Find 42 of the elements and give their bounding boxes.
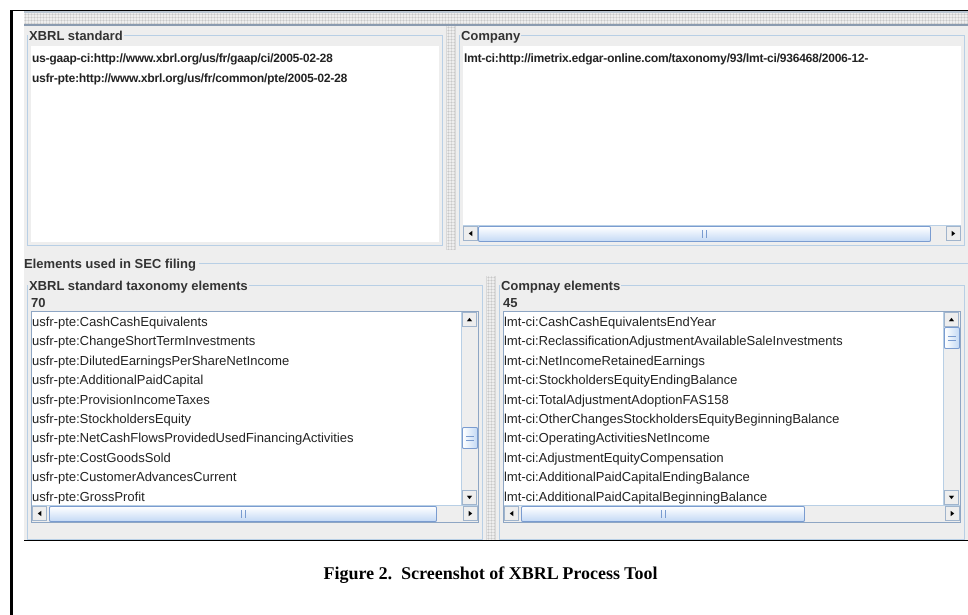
list-item[interactable]: usfr-pte:ChangeShortTermInvestments [32, 331, 256, 351]
panel-title: Compnay elements [500, 276, 622, 295]
list-item[interactable]: usfr-pte:StockholdersEquity [32, 409, 191, 428]
vertical-scrollbar[interactable] [461, 312, 478, 505]
count-label: 45 [503, 295, 518, 311]
list-item[interactable]: lmt-ci:TotalAdjustmentAdoptionFAS158 [504, 390, 729, 410]
count-label: 70 [31, 295, 46, 311]
list-item[interactable]: lmt-ci:OtherChangesStockholdersEquityBeginningBalance [504, 409, 840, 428]
panel-title: Company [460, 27, 522, 45]
list-item[interactable]: lmt-ci:AdditionalPaidCapitalBeginningBalance [504, 486, 768, 505]
vertical-scrollbar[interactable] [943, 312, 960, 505]
list-item[interactable]: lmt-ci:ReclassificationAdjustmentAvailableSaleInvestments [504, 331, 843, 351]
list-item[interactable]: usfr-pte:DilutedEarningsPerShareNetIncome [32, 350, 290, 370]
list-item[interactable]: usfr-pte:ProvisionIncomeTaxes [32, 390, 210, 410]
scroll-arrow-icon[interactable] [949, 229, 958, 238]
list-item[interactable]: lmt-ci:CashCashEquivalentsEndYear [504, 312, 716, 332]
horizontal-scrollbar[interactable] [32, 505, 478, 522]
scroll-arrow-icon[interactable] [507, 509, 516, 518]
list-item[interactable]: usfr-pte:CashCashEquivalents [32, 312, 208, 332]
list-item[interactable]: usfr-pte:CustomerAdvancesCurrent [32, 467, 236, 487]
list-item[interactable]: lmt-ci:OperatingActivitiesNetIncome [504, 428, 710, 448]
panel-title: XBRL standard [28, 27, 124, 45]
scroll-arrow-icon[interactable] [35, 509, 44, 518]
horizontal-scrollbar[interactable] [504, 505, 960, 522]
figure-caption: Figure 2. Screenshot of XBRL Process Tool [323, 562, 658, 585]
list-item[interactable]: lmt-ci:NetIncomeRetainedEarnings [504, 350, 705, 370]
scroll-arrow-icon[interactable] [947, 315, 956, 324]
list-item[interactable]: lmt-ci:AdditionalPaidCapitalEndingBalance [504, 467, 750, 487]
section-title: Elements used in SEC filing [24, 255, 197, 273]
panel-title: XBRL standard taxonomy elements [28, 276, 249, 295]
list-item[interactable]: lmt-ci:AdjustmentEquityCompensation [504, 448, 724, 468]
namespace-line: lmt-ci:http://imetrix.edgar-online.com/taxonomy/93/lmt-ci/936468/2006-12- [464, 50, 870, 66]
list-item[interactable]: usfr-pte:GrossProfit [32, 486, 145, 505]
namespace-line: usfr-pte:http://www.xbrl.org/us/fr/common/pte/2005-02-28 [32, 70, 348, 86]
list-item[interactable]: usfr-pte:CostGoodsSold [32, 448, 171, 468]
namespace-line: us-gaap-ci:http://www.xbrl.org/us/fr/gaap/ci/2005-02-28 [32, 50, 334, 66]
horizontal-scrollbar[interactable] [463, 225, 961, 242]
scroll-arrow-icon[interactable] [465, 315, 474, 324]
list-item[interactable]: lmt-ci:StockholdersEquityEndingBalance [504, 370, 738, 390]
list-item[interactable]: usfr-pte:AdditionalPaidCapital [32, 370, 204, 390]
scroll-arrow-icon[interactable] [466, 229, 475, 238]
list-item[interactable]: usfr-pte:NetCashFlowsProvidedUsedFinancingActivities [32, 428, 354, 448]
